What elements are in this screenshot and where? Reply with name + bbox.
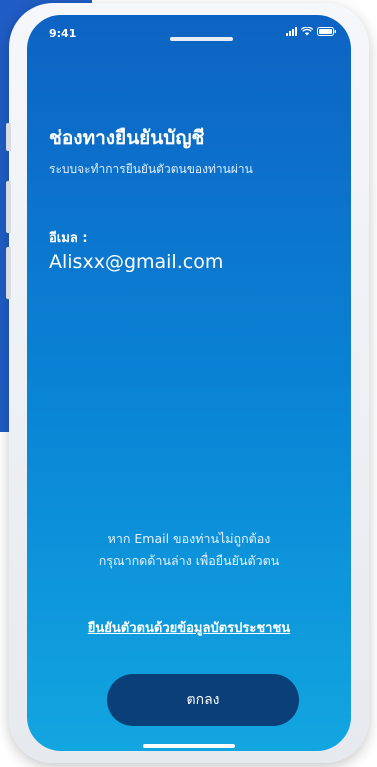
hint-text-line-2: กรุณากดด้านล่าง เพื่อยืนยันตัวตน xyxy=(98,553,280,568)
page-title: ช่องทางยืนยันบัญชี xyxy=(49,127,205,149)
phone-screen: 9:41 ช่องทางยืนยันบัญชี ระบบจะทำการยืนยั… xyxy=(27,15,351,751)
volume-up-button xyxy=(6,181,11,233)
hint-text-line-1: หาก Email ของท่านไม่ถูกต้อง xyxy=(107,531,271,546)
mute-switch xyxy=(6,123,11,151)
email-value: Alisxx@gmail.com xyxy=(49,251,224,273)
page-subtitle: ระบบจะทำการยืนยันตัวตนของท่านผ่าน xyxy=(49,162,253,176)
home-indicator xyxy=(143,744,235,748)
status-time: 9:41 xyxy=(49,27,77,40)
ok-button[interactable]: ตกลง xyxy=(107,674,299,726)
verify-with-id-card-link[interactable]: ยืนยันตัวตนด้วยข้อมูลบัตรประชาชน xyxy=(27,617,351,638)
signal-icon xyxy=(286,27,297,36)
status-bar: 9:41 xyxy=(27,15,351,49)
wifi-icon xyxy=(301,27,313,36)
battery-icon xyxy=(317,27,337,36)
notch-bar xyxy=(170,37,233,41)
status-icons xyxy=(286,27,337,36)
volume-down-button xyxy=(6,247,11,299)
email-label: อีเมล : xyxy=(49,231,88,246)
